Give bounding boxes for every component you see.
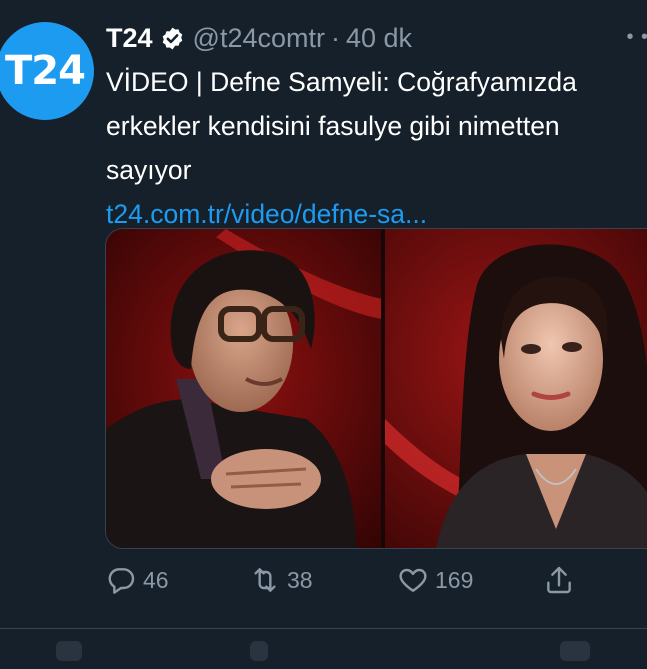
- woman-eye-right: [562, 342, 582, 352]
- reply-button[interactable]: 46: [105, 560, 169, 600]
- tweet-time[interactable]: 40 dk: [346, 23, 412, 54]
- share-icon: [547, 566, 571, 594]
- retweet-button[interactable]: 38: [249, 560, 313, 600]
- tweet-body: VİDEO | Defne Samyeli: Coğrafyamızda erk…: [106, 67, 577, 185]
- retweet-icon: [254, 568, 276, 592]
- woman-eye-left: [521, 344, 541, 354]
- share-button[interactable]: [543, 560, 581, 600]
- next-tweet-preview: [0, 628, 647, 669]
- tweet[interactable]: T24 T24 @t24comtr · 40 dk • • VİDEO | De…: [0, 0, 647, 625]
- reply-count: 46: [143, 566, 169, 593]
- avatar[interactable]: T24: [0, 22, 94, 120]
- verified-badge-icon: [162, 27, 182, 49]
- next-tweet-icon-ghost: [250, 641, 268, 661]
- next-tweet-icon-ghost-right: [560, 641, 590, 661]
- like-button[interactable]: 169: [397, 560, 473, 600]
- retweet-count: 38: [287, 566, 313, 593]
- tweet-header: T24 @t24comtr · 40 dk: [106, 20, 412, 56]
- display-name[interactable]: T24: [106, 23, 153, 54]
- video-thumbnail: [106, 229, 647, 548]
- user-handle[interactable]: @t24comtr: [193, 23, 325, 54]
- separator-dot: ·: [330, 22, 340, 53]
- split-divider: [381, 229, 385, 548]
- heart-icon: [399, 568, 427, 592]
- avatar-logo-text: T24: [5, 48, 86, 94]
- tweet-text: VİDEO | Defne Samyeli: Coğrafyamızda erk…: [106, 60, 647, 236]
- man-hands: [211, 449, 321, 509]
- next-tweet-avatar-ghost: [56, 641, 82, 661]
- more-icon[interactable]: • •: [626, 26, 647, 49]
- like-count: 169: [435, 566, 474, 593]
- tweet-media[interactable]: [105, 228, 647, 549]
- tweet-actions: 46 38 169: [105, 560, 645, 600]
- reply-icon: [108, 568, 135, 594]
